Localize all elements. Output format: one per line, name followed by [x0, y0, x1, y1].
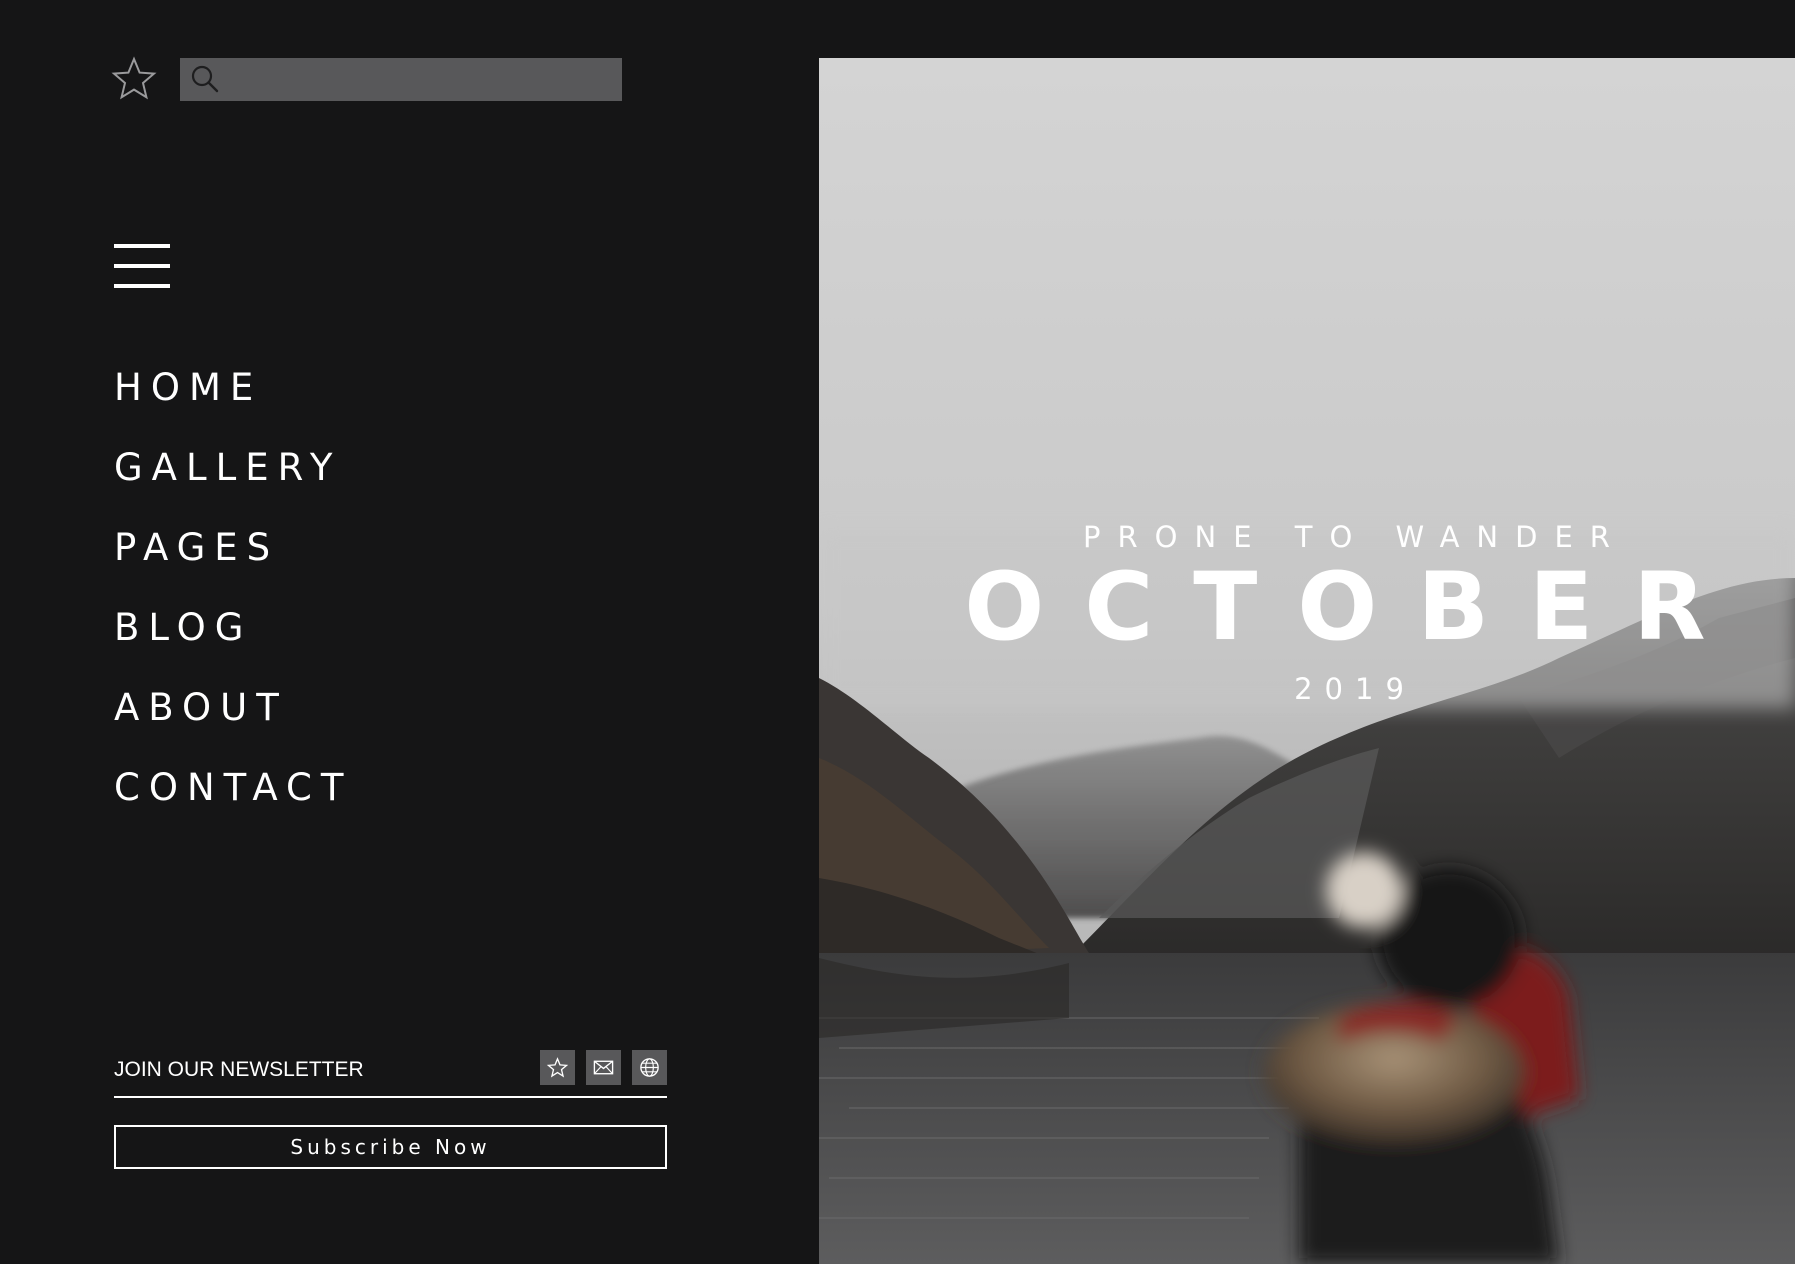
search-input[interactable]: [220, 56, 622, 102]
hamburger-line: [114, 284, 170, 288]
newsletter-row: JOIN OUR NEWSLETTER: [114, 1050, 667, 1098]
star-icon[interactable]: [110, 55, 158, 103]
social-icons: [540, 1050, 667, 1085]
hero-subtitle: PRONE TO WANDER: [1083, 520, 1627, 554]
website-button[interactable]: [632, 1050, 667, 1085]
hamburger-line: [114, 244, 170, 248]
nav-item-contact[interactable]: CONTACT: [114, 763, 352, 843]
subscribe-button[interactable]: Subscribe Now: [114, 1125, 667, 1169]
search-icon: [191, 65, 219, 93]
top-bar: [110, 55, 622, 103]
sidebar: HOME GALLERY PAGES BLOG ABOUT CONTACT JO…: [0, 0, 818, 1264]
hero-title: OCTOBER: [964, 553, 1746, 662]
hamburger-line: [114, 264, 170, 268]
hero-year: 2019: [1294, 672, 1416, 706]
main-nav: HOME GALLERY PAGES BLOG ABOUT CONTACT: [114, 363, 352, 843]
nav-item-home[interactable]: HOME: [114, 363, 352, 443]
favorite-button[interactable]: [540, 1050, 575, 1085]
star-icon: [546, 1057, 569, 1078]
hero-image: PRONE TO WANDER OCTOBER 2019: [819, 58, 1795, 1264]
globe-icon: [640, 1058, 659, 1077]
nav-item-pages[interactable]: PAGES: [114, 523, 352, 603]
newsletter-label: JOIN OUR NEWSLETTER: [114, 1058, 364, 1081]
search-bar[interactable]: [180, 56, 622, 102]
email-button[interactable]: [586, 1050, 621, 1085]
hamburger-menu-icon[interactable]: [114, 244, 170, 288]
nav-item-about[interactable]: ABOUT: [114, 683, 352, 763]
mail-icon: [593, 1060, 614, 1075]
nav-item-blog[interactable]: BLOG: [114, 603, 352, 683]
nav-item-gallery[interactable]: GALLERY: [114, 443, 352, 523]
